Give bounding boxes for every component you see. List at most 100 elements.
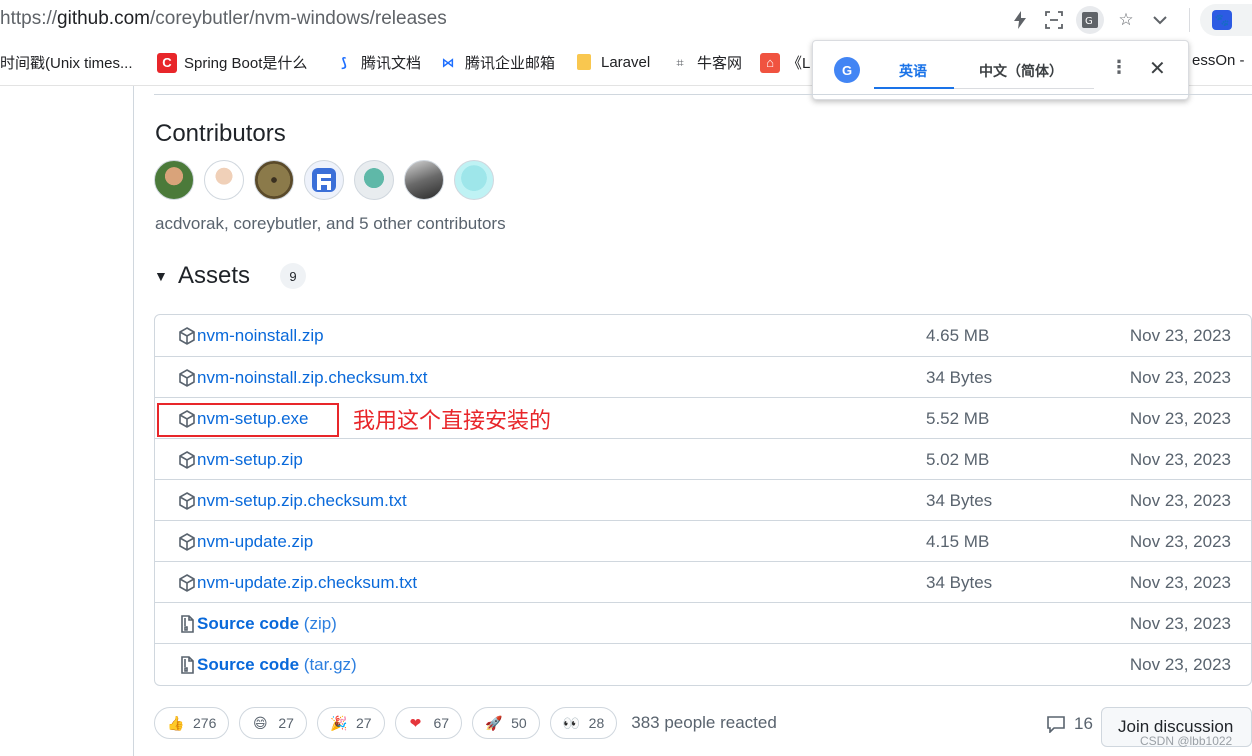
assets-title: Assets [178, 262, 251, 289]
asset-size: 34 Bytes [926, 368, 993, 387]
asset-size: 34 Bytes [926, 573, 993, 592]
section-divider [154, 94, 1252, 95]
close-icon[interactable]: ✕ [1149, 56, 1166, 81]
tencent-mail-icon: ⋈ [441, 54, 455, 70]
reaction-count: 27 [355, 715, 372, 731]
bookmark-item[interactable]: ⌂ 《L [760, 52, 810, 73]
reaction-heart[interactable]: ❤ 67 [394, 707, 463, 739]
file-zip-icon [181, 615, 194, 633]
bookmark-item[interactable]: ⌗ 牛客网 [670, 52, 742, 73]
list-item: nvm-update.zip 4.15 MB Nov 23, 2023 [155, 520, 1251, 561]
asset-date: Nov 23, 2023 [1129, 573, 1231, 592]
avatar[interactable] [254, 160, 294, 200]
url-bar[interactable]: https://github.com/coreybutler/nvm-windo… [0, 0, 1252, 40]
assets-count-badge: 9 [280, 263, 307, 289]
baidu-paw-icon[interactable]: 🐾 [1212, 10, 1232, 30]
list-item: Source code (zip) Nov 23, 2023 [155, 602, 1251, 643]
screenshot-icon[interactable] [1042, 8, 1066, 32]
package-icon [179, 574, 195, 592]
asset-link[interactable]: nvm-setup.zip [197, 450, 303, 470]
avatar[interactable] [154, 160, 194, 200]
reaction-count: 27 [278, 715, 294, 731]
reaction-laugh[interactable]: 😄 27 [239, 707, 307, 739]
translate-popup: G 英语 中文（简体） ⋮ ✕ [812, 40, 1189, 100]
heart-icon: ❤ [409, 715, 422, 731]
reaction-eyes[interactable]: 👀 28 [549, 707, 618, 739]
laugh-icon: 😄 [253, 715, 268, 731]
translate-icon[interactable]: G [1076, 6, 1104, 34]
watermark: CSDN @lbb1022 [1140, 734, 1233, 748]
bookmark-label: 腾讯文档 [361, 55, 422, 72]
bookmark-item[interactable]: 时间戳(Unix times... [0, 52, 133, 73]
tab-source-language[interactable]: 英语 [899, 61, 927, 81]
bookmark-item[interactable]: ⋈ 腾讯企业邮箱 [438, 52, 556, 73]
tab-underline [874, 87, 954, 89]
avatar[interactable] [304, 160, 344, 200]
bookmark-item[interactable]: C Spring Boot是什么 [157, 52, 307, 73]
reaction-thumbs-up[interactable]: 👍 276 [154, 707, 230, 739]
avatar[interactable] [454, 160, 494, 200]
list-item: nvm-noinstall.zip.checksum.txt 34 Bytes … [155, 356, 1251, 397]
asset-link[interactable]: nvm-setup.zip.checksum.txt [197, 491, 407, 511]
more-options-icon[interactable]: ⋮ [1110, 57, 1128, 78]
asset-date: Nov 23, 2023 [1129, 491, 1231, 510]
star-icon[interactable]: ☆ [1114, 8, 1138, 32]
caret-down-icon[interactable]: ▼ [154, 268, 178, 284]
avatar[interactable] [354, 160, 394, 200]
asset-size: 4.65 MB [926, 326, 990, 345]
bookmark-item[interactable]: essOn - [1192, 52, 1245, 69]
comment-count: 16 [1074, 714, 1093, 733]
package-icon [179, 492, 195, 510]
svg-text:G: G [1085, 16, 1093, 27]
bookmark-item[interactable]: Laravel [574, 52, 650, 72]
asset-size: 34 Bytes [926, 491, 993, 510]
bookmark-item[interactable]: ⟆ 腾讯文档 [334, 52, 421, 73]
asset-link[interactable]: Source code (zip) [197, 614, 337, 634]
asset-date: Nov 23, 2023 [1129, 326, 1231, 345]
asset-link[interactable]: nvm-update.zip.checksum.txt [197, 573, 417, 593]
bookmark-label: Spring Boot是什么 [184, 55, 308, 72]
url-host: github.com [57, 8, 150, 29]
avatar[interactable] [404, 160, 444, 200]
reaction-count: 28 [588, 715, 605, 731]
annotation-note: 我用这个直接安装的 [353, 409, 552, 434]
tab-baseline [954, 88, 1094, 89]
extensions-area[interactable]: 🐾 [1200, 4, 1252, 36]
asset-size: 5.52 MB [926, 409, 990, 428]
asset-date: Nov 23, 2023 [1129, 450, 1231, 469]
google-translate-icon: G [834, 57, 860, 83]
package-icon [179, 451, 195, 469]
reaction-count: 50 [511, 715, 527, 731]
asset-date: Nov 23, 2023 [1129, 368, 1231, 387]
package-icon [179, 533, 195, 551]
asset-date: Nov 23, 2023 [1129, 532, 1231, 551]
c-logo-icon: C [157, 52, 177, 73]
reactions-bar: 👍 276 😄 27 🎉 27 ❤ 67 🚀 50 👀 28 383 peopl… [154, 707, 777, 739]
url-text[interactable]: https://github.com/coreybutler/nvm-windo… [0, 8, 447, 30]
laravel-icon: ⌂ [760, 52, 780, 73]
asset-link[interactable]: nvm-noinstall.zip.checksum.txt [197, 368, 428, 388]
list-item: Source code (tar.gz) Nov 23, 2023 [155, 643, 1251, 684]
avatar[interactable] [204, 160, 244, 200]
asset-size: 4.15 MB [926, 532, 990, 551]
tab-target-language[interactable]: 中文（简体） [979, 61, 1063, 81]
chevron-down-icon[interactable] [1148, 8, 1172, 32]
asset-date: Nov 23, 2023 [1129, 614, 1231, 633]
assets-list: nvm-noinstall.zip 4.65 MB Nov 23, 2023 n… [154, 314, 1252, 686]
tencent-docs-icon: ⟆ [341, 54, 347, 70]
package-icon [179, 369, 195, 387]
eyes-icon: 👀 [562, 715, 581, 731]
highlight-box [157, 403, 339, 437]
assets-header[interactable]: ▼ Assets 9 [154, 262, 307, 290]
list-item: nvm-update.zip.checksum.txt 34 Bytes Nov… [155, 561, 1251, 602]
toolbar-divider [1189, 8, 1190, 32]
asset-link[interactable]: Source code (tar.gz) [197, 655, 357, 675]
reaction-rocket[interactable]: 🚀 50 [472, 707, 540, 739]
reaction-hooray[interactable]: 🎉 27 [316, 707, 385, 739]
asset-link[interactable]: nvm-update.zip [197, 532, 313, 552]
asset-size: 5.02 MB [926, 450, 990, 469]
lightning-icon[interactable] [1008, 8, 1032, 32]
comments-link[interactable]: 16 [1046, 714, 1093, 734]
asset-link[interactable]: nvm-noinstall.zip [197, 326, 324, 346]
package-icon [179, 327, 195, 345]
